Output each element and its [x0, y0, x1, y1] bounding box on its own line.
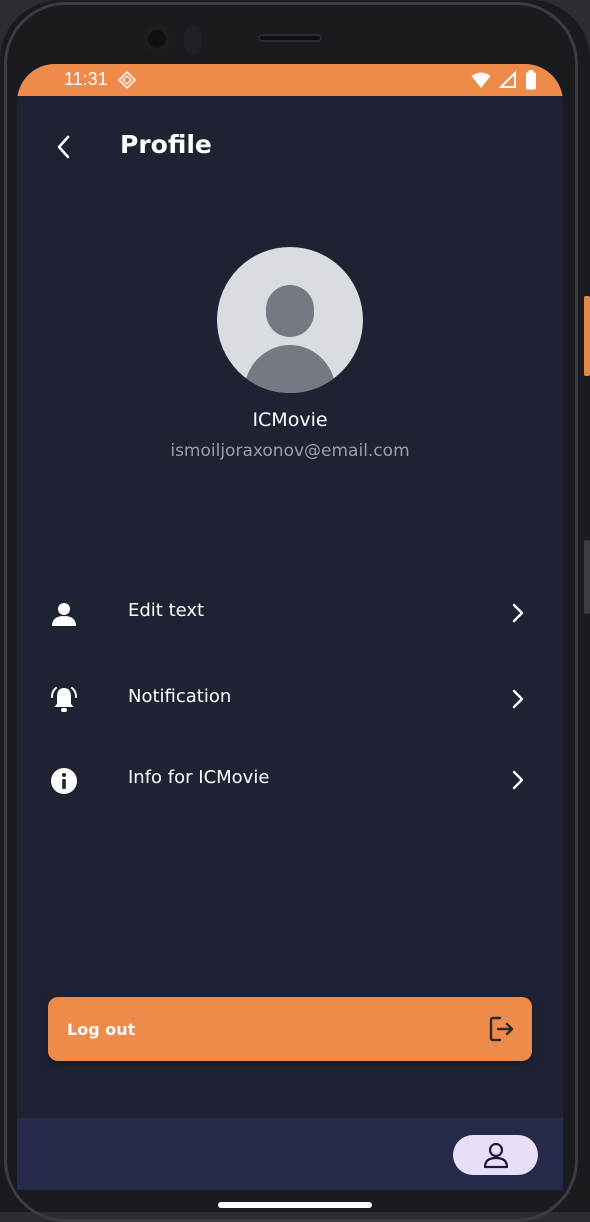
- bottom-navigation: [17, 1118, 563, 1190]
- default-avatar-icon: [244, 285, 336, 393]
- info-icon: [48, 766, 80, 796]
- back-button[interactable]: [47, 130, 81, 164]
- status-bar: 11:31: [17, 64, 563, 96]
- front-camera: [142, 24, 172, 54]
- notification-diamond-icon: [118, 71, 136, 89]
- nav-profile-tab[interactable]: [453, 1135, 538, 1175]
- menu-item-edit-text[interactable]: Edit text: [17, 582, 563, 642]
- volume-button: [584, 540, 590, 614]
- profile-email: ismoiljoraxonov@email.com: [170, 441, 410, 461]
- logout-button[interactable]: Log out: [48, 997, 532, 1061]
- status-time: 11:31: [64, 69, 108, 89]
- logout-icon: [489, 1016, 514, 1042]
- battery-icon: [526, 70, 536, 90]
- menu-label-info: Info for ICMovie: [128, 767, 270, 788]
- page-title: Profile: [120, 130, 212, 159]
- logout-label: Log out: [67, 1020, 136, 1039]
- wifi-icon: [471, 72, 491, 88]
- menu-label-edit-text: Edit text: [128, 600, 205, 621]
- chevron-left-icon: [57, 135, 70, 159]
- home-indicator[interactable]: [218, 1202, 372, 1208]
- avatar[interactable]: [217, 247, 363, 393]
- proximity-sensor: [184, 26, 202, 54]
- status-icons: [471, 70, 537, 90]
- power-button: [584, 296, 590, 376]
- menu-item-notification[interactable]: Notification: [17, 668, 563, 728]
- bell-ring-icon: [48, 685, 80, 715]
- device-frame: 11:31 Profile ICMovie ismoiljoraxonov@em…: [0, 0, 590, 1222]
- app-header: Profile: [17, 128, 563, 176]
- app-screen: 11:31 Profile ICMovie ismoiljoraxonov@em…: [17, 64, 563, 1190]
- person-outline-icon: [483, 1142, 508, 1169]
- profile-name: ICMovie: [252, 409, 328, 431]
- chevron-right-icon: [512, 689, 524, 709]
- chevron-right-icon: [512, 603, 524, 623]
- menu-item-info[interactable]: Info for ICMovie: [17, 749, 563, 809]
- signal-icon: [499, 71, 516, 88]
- menu-label-notification: Notification: [128, 686, 232, 707]
- person-icon: [48, 599, 80, 629]
- earpiece-speaker: [258, 34, 322, 42]
- chevron-right-icon: [512, 770, 524, 790]
